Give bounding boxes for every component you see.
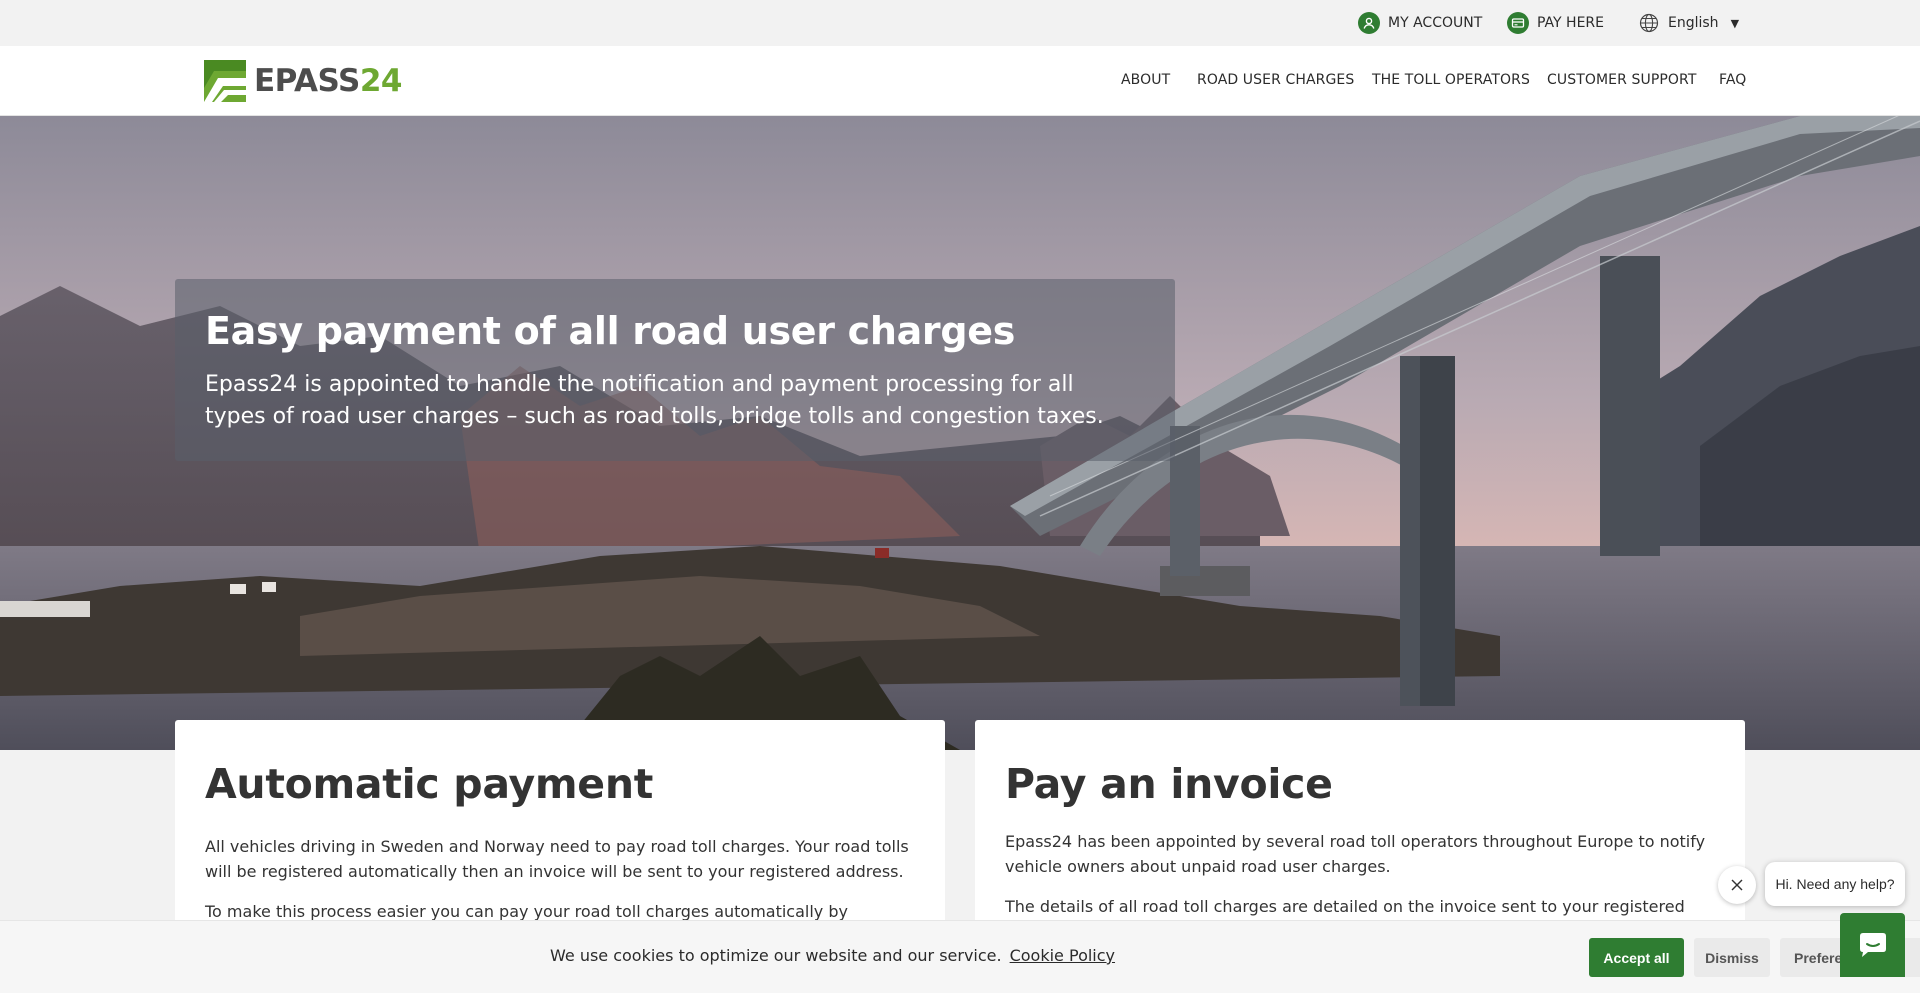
cookie-consent-bar: We use cookies to optimize our website a…	[0, 920, 1920, 993]
caret-down-icon: ▼	[1730, 16, 1740, 30]
nav-faq[interactable]: FAQ	[1719, 72, 1746, 88]
pay-invoice-title: Pay an invoice	[1005, 760, 1333, 808]
accept-all-button[interactable]: Accept all	[1589, 938, 1684, 977]
globe-icon	[1638, 12, 1660, 34]
chat-greeting-bubble[interactable]: Hi. Need any help?	[1765, 862, 1905, 906]
hero-subtitle: Epass24 is appointed to handle the notif…	[205, 371, 1104, 429]
chat-launcher-button[interactable]	[1840, 913, 1905, 977]
pay-here-label: PAY HERE	[1537, 15, 1604, 31]
my-account-link[interactable]: MY ACCOUNT	[1358, 11, 1482, 35]
payment-icon	[1507, 12, 1529, 34]
my-account-label: MY ACCOUNT	[1388, 15, 1483, 31]
nav-about[interactable]: ABOUT	[1121, 72, 1170, 88]
utility-bar: MY ACCOUNT PAY HERE English ▼	[0, 0, 1920, 46]
hero-text-card: Easy payment of all road user charges Ep…	[175, 279, 1175, 461]
automatic-payment-title: Automatic payment	[205, 760, 654, 808]
nav-toll-operators[interactable]: THE TOLL OPERATORS	[1372, 72, 1530, 88]
nav-road-user-charges[interactable]: ROAD USER CHARGES	[1197, 72, 1354, 88]
hero-banner: Easy payment of all road user charges Ep…	[0, 116, 1920, 750]
language-selector[interactable]: English ▼	[1638, 11, 1739, 35]
dismiss-button[interactable]: Dismiss	[1694, 938, 1770, 977]
language-label: English	[1668, 15, 1719, 31]
chat-icon	[1859, 933, 1886, 957]
epass24-logo[interactable]: EPASS24	[204, 60, 402, 102]
cookie-message: We use cookies to optimize our website a…	[550, 946, 1116, 965]
chat-close-button[interactable]	[1718, 866, 1756, 904]
close-icon	[1731, 879, 1743, 891]
user-icon	[1358, 12, 1380, 34]
logo-mark-icon	[204, 60, 246, 102]
automatic-payment-text-1: All vehicles driving in Sweden and Norwa…	[205, 837, 909, 882]
main-navbar: EPASS24 ABOUT ROAD USER CHARGES THE TOLL…	[0, 46, 1920, 116]
hero-title: Easy payment of all road user charges	[205, 309, 1016, 353]
nav-customer-support[interactable]: CUSTOMER SUPPORT	[1547, 72, 1696, 88]
pay-invoice-text-1: Epass24 has been appointed by several ro…	[1005, 832, 1706, 877]
logo-wordmark: EPASS24	[254, 62, 402, 99]
pay-here-link[interactable]: PAY HERE	[1507, 11, 1604, 35]
cookie-policy-link[interactable]: Cookie Policy	[1010, 946, 1115, 965]
